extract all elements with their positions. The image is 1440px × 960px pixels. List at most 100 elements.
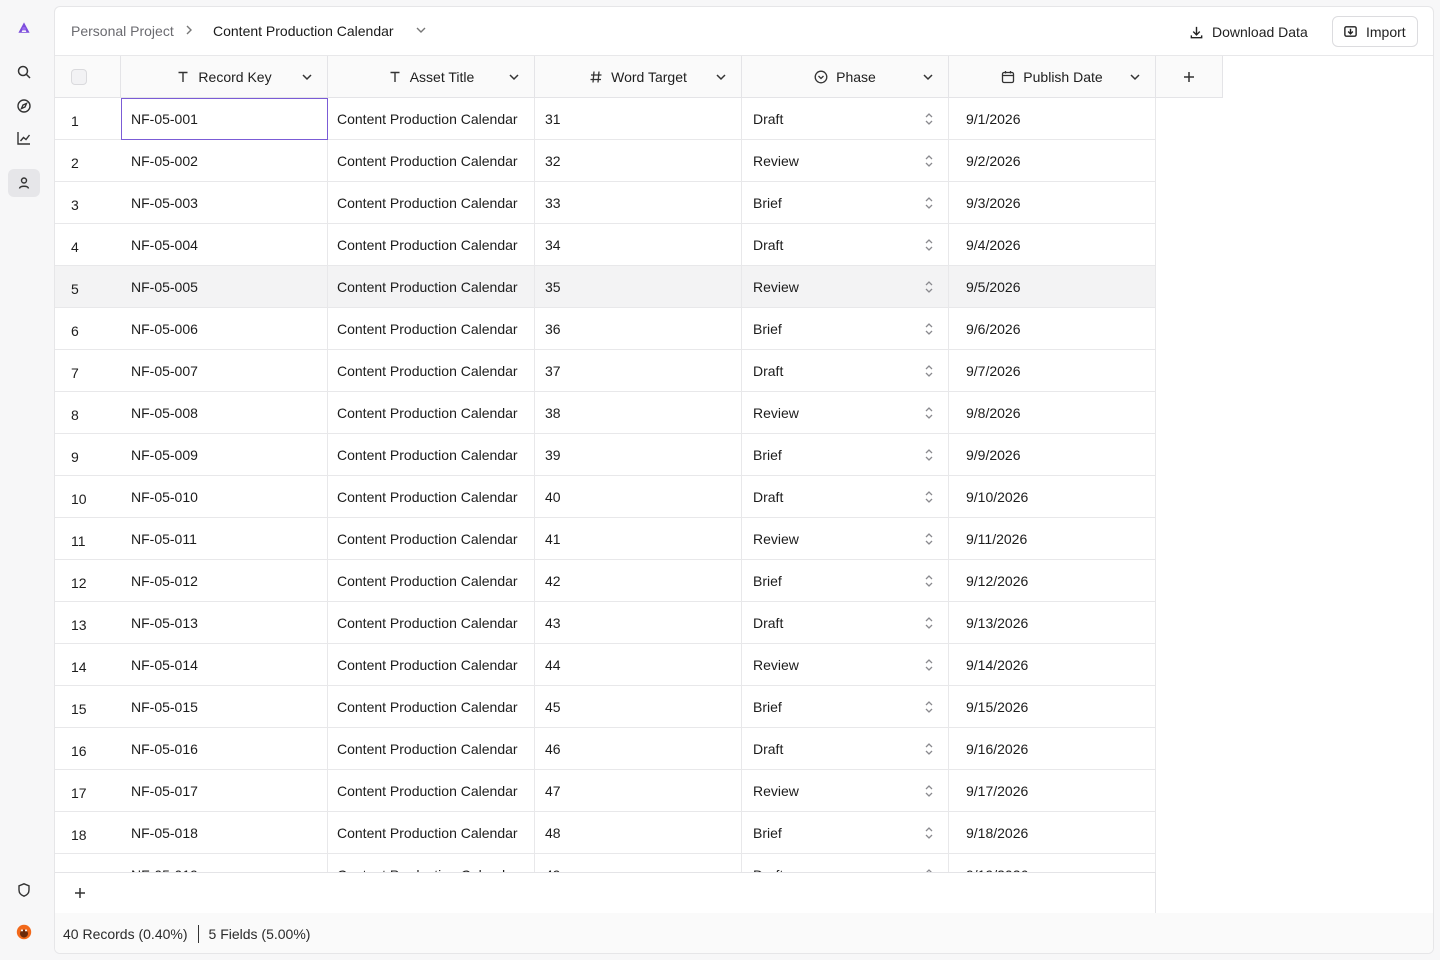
select-stepper-icon[interactable] [924,237,934,253]
cell-publish-date[interactable]: 9/10/2026 [949,476,1156,518]
cell-phase[interactable]: Brief [742,182,949,224]
cell-asset-title[interactable]: Content Production Calendar [328,728,535,770]
cell-publish-date[interactable]: 9/11/2026 [949,518,1156,560]
cell-publish-date[interactable]: 9/14/2026 [949,644,1156,686]
table-row[interactable]: 11 NF-05-011 Content Production Calendar 41… [55,518,1156,560]
cell-publish-date[interactable]: 9/17/2026 [949,770,1156,812]
cell-record-key[interactable]: NF-05-016 [121,728,328,770]
cell-asset-title[interactable]: Content Production Calendar [328,518,535,560]
breadcrumb-parent[interactable]: Personal Project [71,23,174,39]
cell-phase[interactable]: Review [742,770,949,812]
avatar[interactable] [8,918,40,946]
user-icon[interactable] [8,169,40,197]
select-stepper-icon[interactable] [924,279,934,295]
cell-publish-date[interactable]: 9/3/2026 [949,182,1156,224]
table-row[interactable]: 7 NF-05-007 Content Production Calendar 37 D… [55,350,1156,392]
import-button[interactable]: Import [1332,16,1418,47]
cell-word-target[interactable]: 33 [535,182,742,224]
cell-asset-title[interactable]: Content Production Calendar [328,854,535,872]
table-row[interactable]: 19NF-05-019Content Production Calendar49… [55,854,1156,872]
cell-asset-title[interactable]: Content Production Calendar [328,98,535,140]
table-row[interactable]: 12 NF-05-012 Content Production Calendar 42… [55,560,1156,602]
cell-word-target[interactable]: 40 [535,476,742,518]
cell-word-target[interactable]: 39 [535,434,742,476]
cell-record-key[interactable]: NF-05-018 [121,812,328,854]
cell-record-key[interactable]: NF-05-005 [121,266,328,308]
select-stepper-icon[interactable] [924,153,934,169]
add-record-button[interactable] [55,872,1156,913]
cell-word-target[interactable]: 41 [535,518,742,560]
cell-word-target[interactable]: 38 [535,392,742,434]
column-header-publish-date[interactable]: Publish Date [949,56,1156,98]
select-stepper-icon[interactable] [924,195,934,211]
app-logo-icon[interactable] [8,14,40,42]
table-row[interactable]: 2 NF-05-002 Content Production Calendar 32 R… [55,140,1156,182]
cell-phase[interactable]: Brief [742,308,949,350]
table-row[interactable]: 9 NF-05-009 Content Production Calendar 39 B… [55,434,1156,476]
select-stepper-icon[interactable] [924,615,934,631]
select-stepper-icon[interactable] [924,741,934,757]
chart-icon[interactable] [8,124,40,152]
column-header-word-target[interactable]: Word Target [535,56,742,98]
cell-publish-date[interactable]: 9/16/2026 [949,728,1156,770]
cell-publish-date[interactable]: 9/18/2026 [949,812,1156,854]
cell-publish-date[interactable]: 9/19/2026 [949,854,1156,872]
table-row[interactable]: 15 NF-05-015 Content Production Calendar 45… [55,686,1156,728]
cell-asset-title[interactable]: Content Production Calendar [328,812,535,854]
cell-asset-title[interactable]: Content Production Calendar [328,266,535,308]
cell-record-key[interactable]: NF-05-006 [121,308,328,350]
cell-word-target[interactable]: 48 [535,812,742,854]
select-stepper-icon[interactable] [924,111,934,127]
select-stepper-icon[interactable] [924,447,934,463]
cell-publish-date[interactable]: 9/6/2026 [949,308,1156,350]
cell-phase[interactable]: Brief [742,560,949,602]
cell-publish-date[interactable]: 9/8/2026 [949,392,1156,434]
cell-record-key[interactable]: NF-05-007 [121,350,328,392]
cell-publish-date[interactable]: 9/2/2026 [949,140,1156,182]
cell-record-key[interactable]: NF-05-013 [121,602,328,644]
add-field-button[interactable] [1156,56,1223,98]
select-all-checkbox[interactable] [71,69,87,85]
chevron-down-icon[interactable] [415,24,427,36]
cell-record-key[interactable]: NF-05-010 [121,476,328,518]
cell-publish-date[interactable]: 9/7/2026 [949,350,1156,392]
cell-phase[interactable]: Review [742,266,949,308]
cell-publish-date[interactable]: 9/9/2026 [949,434,1156,476]
cell-asset-title[interactable]: Content Production Calendar [328,392,535,434]
select-stepper-icon[interactable] [924,405,934,421]
cell-asset-title[interactable]: Content Production Calendar [328,182,535,224]
table-row[interactable]: 16 NF-05-016 Content Production Calendar 46… [55,728,1156,770]
select-stepper-icon[interactable] [924,531,934,547]
cell-word-target[interactable]: 49 [535,854,742,872]
cell-record-key[interactable]: NF-05-001 [121,98,328,140]
column-header-asset-title[interactable]: Asset Title [328,56,535,98]
cell-phase[interactable]: Draft [742,728,949,770]
chevron-down-icon[interactable] [301,71,313,83]
table-row[interactable]: 4 NF-05-004 Content Production Calendar 34 D… [55,224,1156,266]
cell-asset-title[interactable]: Content Production Calendar [328,686,535,728]
table-row[interactable]: 3 NF-05-003 Content Production Calendar 33 B… [55,182,1156,224]
cell-record-key[interactable]: NF-05-012 [121,560,328,602]
cell-record-key[interactable]: NF-05-009 [121,434,328,476]
cell-word-target[interactable]: 43 [535,602,742,644]
cell-word-target[interactable]: 47 [535,770,742,812]
cell-phase[interactable]: Review [742,140,949,182]
cell-record-key[interactable]: NF-05-014 [121,644,328,686]
chevron-down-icon[interactable] [1129,71,1141,83]
cell-word-target[interactable]: 36 [535,308,742,350]
cell-asset-title[interactable]: Content Production Calendar [328,560,535,602]
cell-asset-title[interactable]: Content Production Calendar [328,476,535,518]
cell-publish-date[interactable]: 9/5/2026 [949,266,1156,308]
cell-phase[interactable]: Brief [742,812,949,854]
cell-record-key[interactable]: NF-05-008 [121,392,328,434]
select-stepper-icon[interactable] [924,321,934,337]
select-stepper-icon[interactable] [924,783,934,799]
cell-phase[interactable]: Review [742,644,949,686]
table-row[interactable]: 5 NF-05-005 Content Production Calendar 35 R… [55,266,1156,308]
cell-publish-date[interactable]: 9/4/2026 [949,224,1156,266]
cell-record-key[interactable]: NF-05-019 [121,854,328,872]
cell-asset-title[interactable]: Content Production Calendar [328,308,535,350]
shield-icon[interactable] [8,876,40,904]
cell-record-key[interactable]: NF-05-015 [121,686,328,728]
cell-phase[interactable]: Draft [742,602,949,644]
